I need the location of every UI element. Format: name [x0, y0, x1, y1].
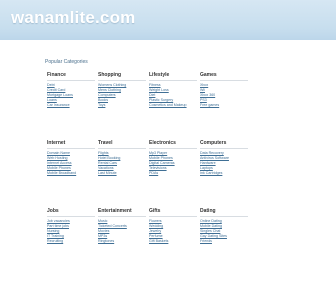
site-title[interactable]: wanamlite.com — [11, 8, 135, 28]
category-title[interactable]: Finance — [47, 72, 95, 81]
category-link[interactable]: Ringtones — [98, 239, 146, 244]
category-dating: Dating Online Dating Mobile Dating Singl… — [200, 208, 248, 244]
category-finance: Finance Debt Credit Card Mortgage Loans … — [47, 72, 95, 108]
category-link[interactable]: Car Insurance — [47, 103, 95, 108]
category-title[interactable]: Gifts — [149, 208, 197, 217]
category-jobs: Jobs Job vacancies Part time jobs Nursin… — [47, 208, 95, 244]
category-link[interactable]: Gift Baskets — [149, 239, 197, 244]
category-title[interactable]: Travel — [98, 140, 146, 149]
category-link[interactable]: Last Minute — [98, 171, 146, 176]
category-electronics: Electronics Mp3 Player Mobile Phones Dig… — [149, 140, 197, 176]
category-lifestyle: Lifestyle Fitness Weight Loss Diet Plast… — [149, 72, 197, 108]
category-entertainment: Entertainment Music Ticketed Concerts Mo… — [98, 208, 146, 244]
category-link[interactable]: Free games — [200, 103, 248, 108]
category-title[interactable]: Computers — [200, 140, 248, 149]
category-title[interactable]: Entertainment — [98, 208, 146, 217]
category-computers: Computers Data Recovery Antivirus Softwa… — [200, 140, 248, 176]
category-title[interactable]: Lifestyle — [149, 72, 197, 81]
category-link[interactable]: Mobile Broadband — [47, 171, 95, 176]
category-link[interactable]: Cosmetics and Makeup — [149, 103, 197, 108]
category-title[interactable]: Shopping — [98, 72, 146, 81]
category-link[interactable]: Toys — [98, 103, 146, 108]
category-link[interactable]: PDAs — [149, 171, 197, 176]
section-heading: Popular Categories — [45, 59, 88, 65]
category-title[interactable]: Internet — [47, 140, 95, 149]
category-link[interactable]: Friends — [200, 239, 248, 244]
category-shopping: Shopping Womens Clothing Mens Clothing C… — [98, 72, 146, 108]
category-title[interactable]: Games — [200, 72, 248, 81]
site-header: wanamlite.com — [0, 0, 336, 40]
category-title[interactable]: Dating — [200, 208, 248, 217]
category-title[interactable]: Jobs — [47, 208, 95, 217]
category-title[interactable]: Electronics — [149, 140, 197, 149]
category-link[interactable]: Recruiting — [47, 239, 95, 244]
category-gifts: Gifts Flowers Wedding Jewelry Perfume Gi… — [149, 208, 197, 244]
category-internet: Internet Domain Name Web Hosting Interne… — [47, 140, 95, 176]
category-link[interactable]: Ink Cartridges — [200, 171, 248, 176]
category-travel: Travel Flights Hotel Booking Rental Cars… — [98, 140, 146, 176]
category-games: Games Xbox Wii Xbox 360 PS3 Free games — [200, 72, 248, 108]
